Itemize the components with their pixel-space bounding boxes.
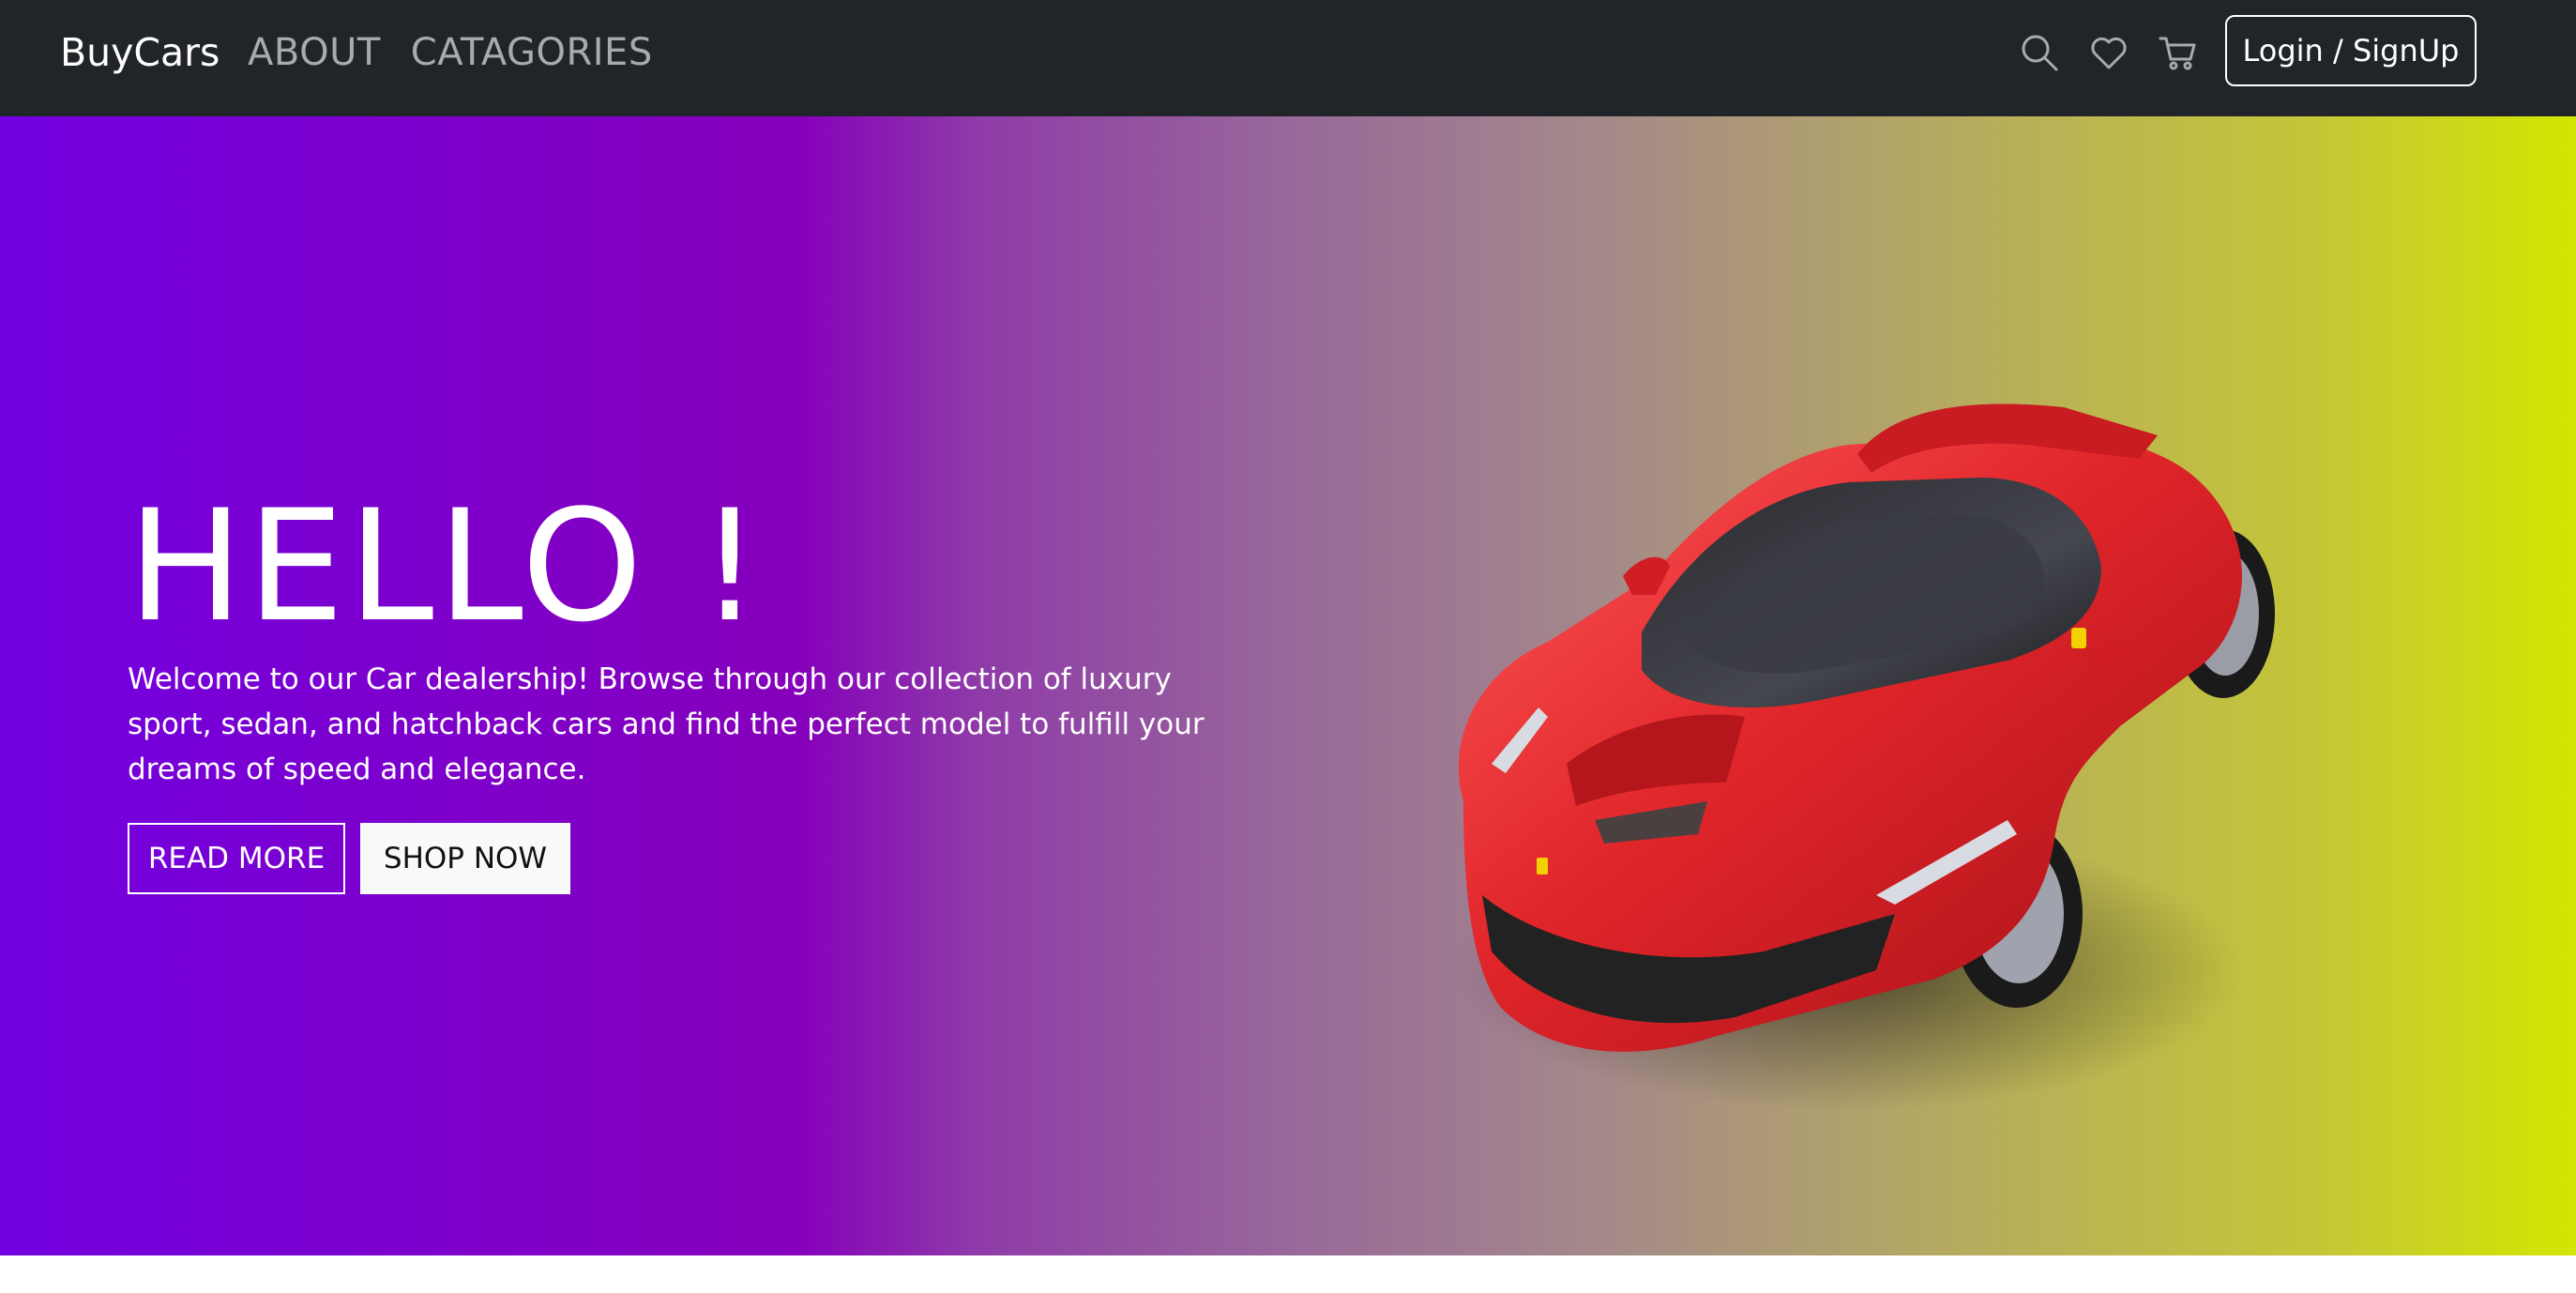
top-navbar: BuyCars ABOUT CATAGORIES Login / SignUp — [0, 0, 2576, 116]
hero-title: HELLO ! — [128, 477, 765, 656]
login-signup-button[interactable]: Login / SignUp — [2225, 15, 2477, 86]
search-icon[interactable] — [2013, 26, 2066, 79]
nav-links: ABOUT CATAGORIES — [248, 23, 653, 83]
red-sports-car-image — [1454, 403, 2275, 1111]
shop-now-button[interactable]: SHOP NOW — [360, 823, 570, 894]
hero-banner: HELLO ! Welcome to our Car dealership! B… — [0, 116, 2576, 1255]
heart-icon[interactable] — [2083, 26, 2135, 79]
hero-description: Welcome to our Car dealership! Browse th… — [128, 662, 1205, 786]
hero-button-row: READ MORE SHOP NOW — [128, 823, 570, 894]
cart-icon[interactable] — [2152, 26, 2205, 79]
brand-logo[interactable]: BuyCars — [60, 23, 220, 83]
nav-link-about[interactable]: ABOUT — [248, 23, 381, 83]
nav-link-categories[interactable]: CATAGORIES — [411, 23, 653, 83]
read-more-button[interactable]: READ MORE — [128, 823, 345, 894]
